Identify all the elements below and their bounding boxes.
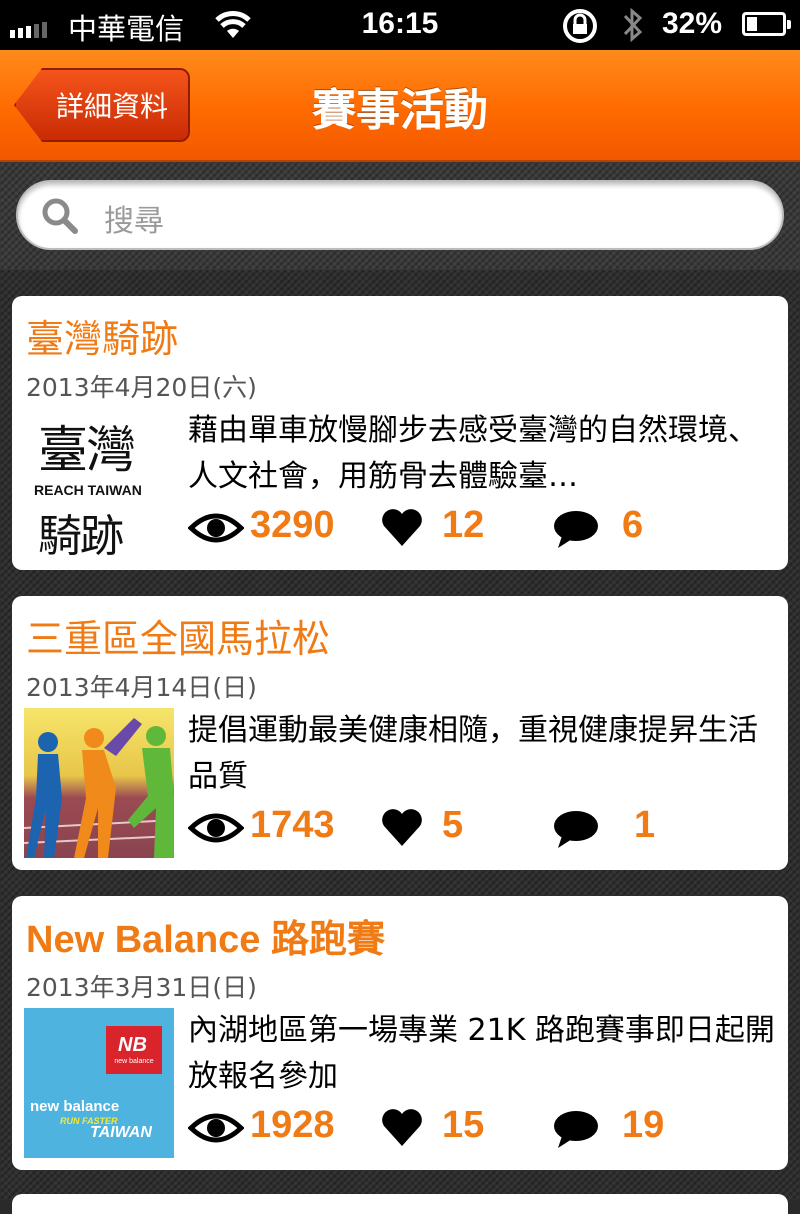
thumbnail-text: 騎跡: [38, 511, 124, 558]
nb-mark-icon: NB: [118, 1034, 147, 1056]
runners-image: [24, 718, 174, 858]
thumbnail-text: new balance: [30, 1098, 120, 1115]
views-count: 1743: [250, 804, 335, 846]
thumbnail-text: TAIWAN: [90, 1124, 152, 1141]
event-card[interactable]: 臺灣騎跡 2013年4月20日(六) 臺灣 REACH TAIWAN 騎跡 藉由…: [12, 296, 788, 570]
comment-icon[interactable]: [552, 1108, 600, 1150]
battery-icon: [742, 12, 791, 36]
search-input[interactable]: 搜尋: [16, 180, 784, 250]
comment-icon[interactable]: [552, 808, 600, 850]
likes-count: 12: [442, 504, 485, 546]
event-date: 2013年3月31日(日): [26, 973, 257, 1002]
views-count: 1928: [250, 1104, 335, 1146]
likes-count: 15: [442, 1104, 485, 1146]
navigation-bar: 詳細資料 賽事活動: [0, 50, 800, 162]
rotation-lock-icon: [563, 9, 597, 43]
views-count: 3290: [250, 504, 335, 546]
page-title: 賽事活動: [312, 85, 488, 136]
event-thumbnail: new balance NB new balance RUN FASTER TA…: [24, 1008, 174, 1158]
event-card[interactable]: [12, 1194, 788, 1214]
eye-icon: [188, 513, 244, 543]
comments-count: 6: [622, 504, 644, 546]
event-description: 藉由單車放慢腳步去感受臺灣的自然環境、人文社會，用筋骨去體驗臺…: [188, 413, 758, 494]
heart-icon[interactable]: [380, 506, 424, 548]
event-description: 內湖地區第一場專業 21K 路跑賽事即日起開放報名參加: [188, 1013, 775, 1094]
comment-icon[interactable]: [552, 508, 600, 550]
event-title: 三重區全國馬拉松: [26, 617, 331, 661]
comments-count: 1: [634, 804, 656, 846]
thumbnail-text: new balance: [114, 1058, 154, 1065]
bluetooth-icon: [623, 7, 643, 43]
eye-icon: [188, 813, 244, 843]
heart-icon[interactable]: [380, 806, 424, 848]
event-thumbnail: [24, 708, 174, 858]
event-thumbnail: 臺灣 REACH TAIWAN 騎跡: [24, 408, 174, 558]
event-title: 臺灣騎跡: [26, 317, 179, 361]
likes-count: 5: [442, 804, 464, 846]
event-title: New Balance 路跑賽: [26, 919, 385, 961]
status-bar: 中華電信 16:15 32%: [0, 0, 800, 50]
search-placeholder: 搜尋: [104, 204, 164, 239]
new-balance-logo: new balance NB: [106, 1026, 162, 1074]
thumbnail-text: REACH TAIWAN: [34, 482, 142, 498]
heart-icon[interactable]: [380, 1106, 424, 1148]
thumbnail-text: 臺灣: [38, 421, 136, 479]
event-card[interactable]: 三重區全國馬拉松 2013年4月14日(日) 提倡運動最美健康相隨，重視健康提昇…: [12, 596, 788, 870]
search-bar-area: 搜尋: [0, 162, 800, 270]
event-description: 提倡運動最美健康相隨，重視健康提昇生活品質: [188, 713, 758, 794]
search-icon: [42, 198, 78, 234]
event-date: 2013年4月20日(六): [26, 373, 257, 402]
comments-count: 19: [622, 1104, 665, 1146]
battery-percentage: 32%: [662, 7, 723, 40]
event-date: 2013年4月14日(日): [26, 673, 257, 702]
event-list: 臺灣騎跡 2013年4月20日(六) 臺灣 REACH TAIWAN 騎跡 藉由…: [0, 270, 800, 1214]
eye-icon: [188, 1113, 244, 1143]
event-card[interactable]: New Balance 路跑賽 2013年3月31日(日) new balanc…: [12, 896, 788, 1170]
